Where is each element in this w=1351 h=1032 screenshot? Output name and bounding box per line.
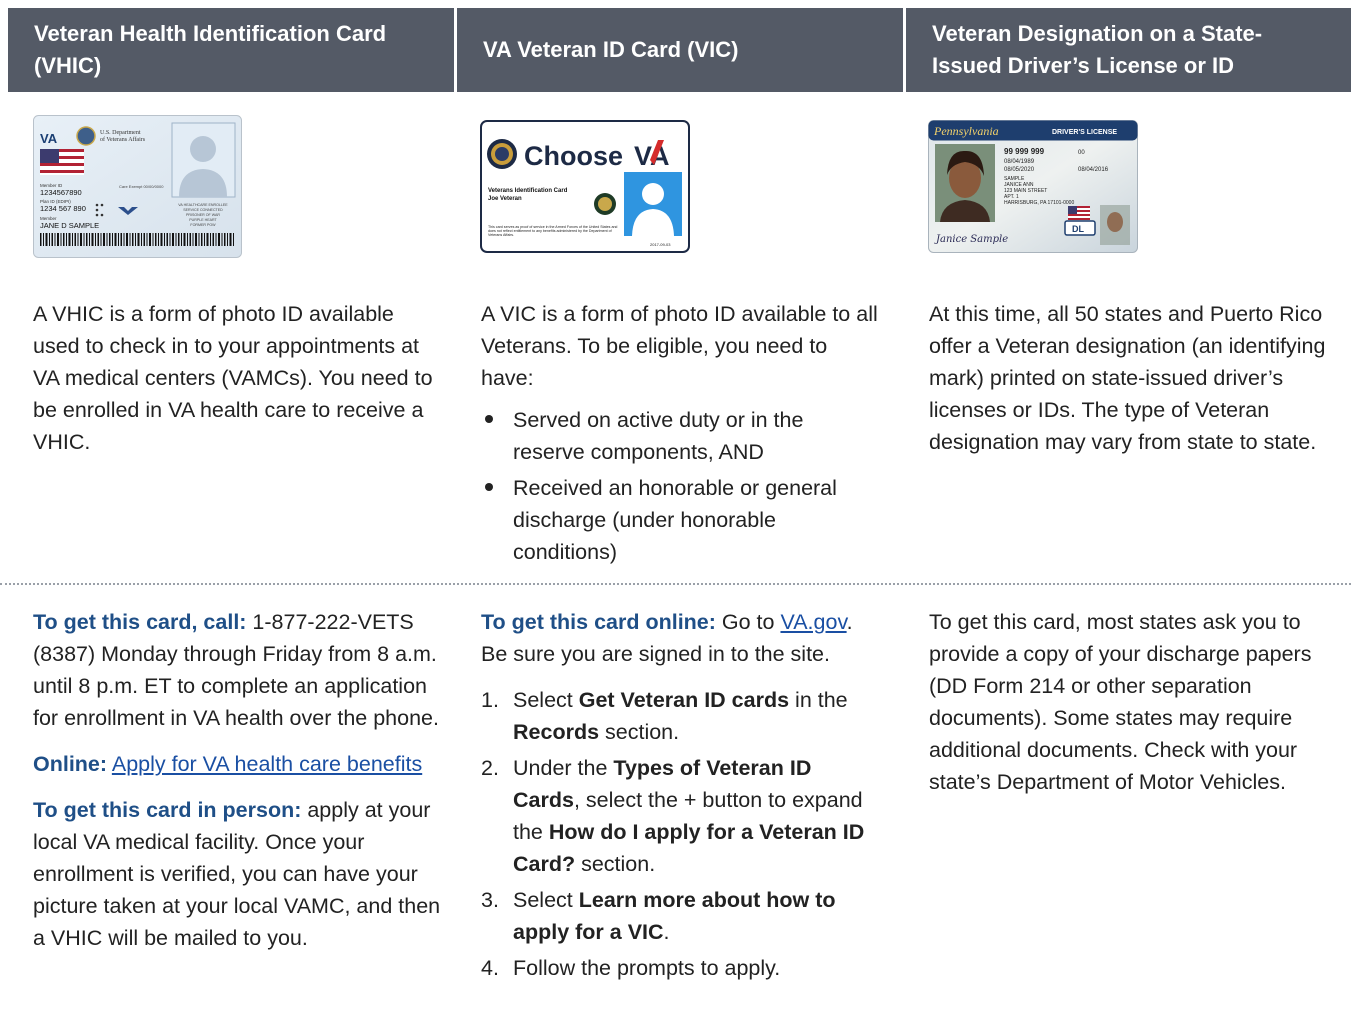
- vhic-in-person-lead: To get this card in person:: [33, 798, 302, 822]
- list-item: 1. Select Get Veteran ID cards in the Rec…: [481, 684, 881, 748]
- us-flag-icon: [1068, 206, 1090, 220]
- vhic-in-person-paragraph: To get this card in person: apply at you…: [33, 794, 443, 954]
- vhic-status-4: PURPLE HEART: [189, 218, 217, 222]
- vic-card-image: Choose VA Veterans Identification Card J…: [480, 120, 690, 253]
- vhic-status-2: SERVICE CONNECTED: [183, 208, 223, 212]
- dl-signature: Janice Sample: [934, 234, 1008, 245]
- vic-card-title: Veterans Identification Card: [488, 188, 568, 194]
- vic-how-to-get: To get this card online: Go to VA.gov. B…: [481, 606, 881, 988]
- step-text: Follow the prompts to apply.: [513, 956, 781, 980]
- header-vic: VA Veteran ID Card (VIC): [457, 8, 903, 92]
- header-vhic: Veteran Health Identification Card (VHIC…: [8, 8, 454, 92]
- dl-photo: [935, 144, 995, 222]
- state-id-how-to-get: To get this card, most states ask you to…: [929, 606, 1329, 798]
- dl-dups: 00: [1078, 150, 1085, 156]
- vhic-dept-2: of Veterans Affairs: [100, 136, 146, 143]
- vic-description: A VIC is a form of photo ID available to…: [481, 298, 881, 572]
- step-text: section.: [575, 852, 656, 876]
- vic-go-to-text: Go to: [715, 610, 781, 634]
- vic-online-paragraph: To get this card online: Go to VA.gov. B…: [481, 606, 881, 670]
- step-number: 2.: [481, 756, 499, 780]
- dotted-divider: [0, 583, 1351, 585]
- vhic-description-text: A VHIC is a form of photo ID available u…: [33, 302, 433, 454]
- step-bold: How do I apply for a Veteran ID Card?: [513, 820, 865, 876]
- va-seal-icon: [76, 126, 96, 146]
- vic-fine-print: This card serves as proof of service in …: [488, 225, 618, 238]
- list-item: 4. Follow the prompts to apply.: [481, 952, 881, 984]
- step-number: 3.: [481, 888, 499, 912]
- state-id-description: At this time, all 50 states and Puerto R…: [929, 298, 1329, 458]
- vic-brand: Choose: [524, 141, 623, 171]
- column-headers: Veteran Health Identification Card (VHIC…: [8, 8, 1351, 92]
- vhic-plan-id: 1234 567 890: [40, 204, 86, 213]
- vic-photo-placeholder: [624, 172, 682, 236]
- vhic-status-5: FORMER POW: [190, 223, 216, 227]
- step-text: section.: [599, 720, 680, 744]
- vhic-online-paragraph: Online: Apply for VA health care benefit…: [33, 748, 443, 780]
- dl-badge-text: DL: [1072, 224, 1084, 234]
- vhic-va-text: VA: [40, 131, 58, 146]
- dl-number: 99 999 999: [1004, 147, 1045, 156]
- step-number: 4.: [481, 956, 499, 980]
- dl-addr-3: HARRISBURG, PA 17101-0000: [1004, 200, 1074, 206]
- dl-dob: 08/04/1989: [1004, 159, 1035, 165]
- va-gov-link[interactable]: VA.gov: [780, 610, 846, 634]
- vhic-description: A VHIC is a form of photo ID available u…: [33, 298, 443, 458]
- vhic-online-lead: Online:: [33, 752, 108, 776]
- dl-label: DRIVER'S LICENSE: [1052, 129, 1117, 136]
- vhic-copay: Care Exempt 00/00/0000: [119, 184, 164, 189]
- step-bold: Records: [513, 720, 600, 744]
- dl-badge: DL: [1064, 220, 1096, 236]
- vhic-name: JANE D SAMPLE: [40, 221, 99, 230]
- us-flag-icon: [40, 149, 84, 175]
- list-item: 3. Select Learn more about how to apply f…: [481, 884, 881, 948]
- va-seal-icon: [487, 139, 517, 169]
- page: Veteran Health Identification Card (VHIC…: [0, 0, 1351, 1032]
- dl-small-photo: [1100, 205, 1130, 245]
- dl-iss: 08/04/2016: [1078, 167, 1109, 173]
- vic-online-lead: To get this card online:: [481, 610, 716, 634]
- state-id-description-text: At this time, all 50 states and Puerto R…: [929, 302, 1326, 454]
- vhic-call-lead: To get this card, call:: [33, 610, 247, 634]
- step-number: 1.: [481, 688, 499, 712]
- vic-steps-list: 1. Select Get Veteran ID cards in the Rec…: [481, 684, 881, 984]
- dl-exp: 08/05/2020: [1004, 167, 1035, 173]
- military-branch-seal-icon: [594, 193, 616, 215]
- drivers-license-image: Pennsylvania DRIVER'S LICENSE 99 999 999…: [928, 120, 1138, 253]
- vhic-call-paragraph: To get this card, call: 1-877-222-VETS (…: [33, 606, 443, 734]
- vic-card-name: Joe Veteran: [488, 196, 522, 202]
- vhic-card-image: VA U.S. Department of Veterans Affairs M…: [33, 115, 242, 258]
- list-item: 2. Under the Types of Veteran ID Cards, s…: [481, 752, 881, 880]
- vhic-status-1: VA HEALTHCARE ENROLLEE: [178, 203, 228, 207]
- dl-state: Pennsylvania: [933, 124, 999, 138]
- vhic-status-3: PRISONER OF WAR: [186, 213, 220, 217]
- list-item: Served on active duty or in the reserve …: [481, 404, 881, 468]
- step-text: Select: [513, 888, 579, 912]
- vic-intro: A VIC is a form of photo ID available to…: [481, 302, 878, 390]
- vhic-how-to-get: To get this card, call: 1-877-222-VETS (…: [33, 606, 443, 954]
- step-bold: Get Veteran ID cards: [578, 688, 790, 712]
- apply-health-care-link[interactable]: Apply for VA health care benefits: [112, 752, 422, 776]
- vic-date: 2017-09-03: [650, 242, 671, 247]
- vic-eligibility-list: Served on active duty or in the reserve …: [481, 404, 881, 568]
- header-state-id: Veteran Designation on a State-Issued Dr…: [906, 8, 1351, 92]
- step-text: Under the: [513, 756, 614, 780]
- step-text: in the: [789, 688, 848, 712]
- list-item: Received an honorable or general dischar…: [481, 472, 881, 568]
- vhic-dept-1: U.S. Department: [100, 130, 141, 136]
- state-id-how-to-get-text: To get this card, most states ask you to…: [929, 610, 1312, 794]
- step-text: Select: [513, 688, 579, 712]
- step-text: .: [663, 920, 670, 944]
- vhic-member-id: 1234567890: [40, 188, 82, 197]
- vhic-photo-placeholder: [171, 122, 236, 198]
